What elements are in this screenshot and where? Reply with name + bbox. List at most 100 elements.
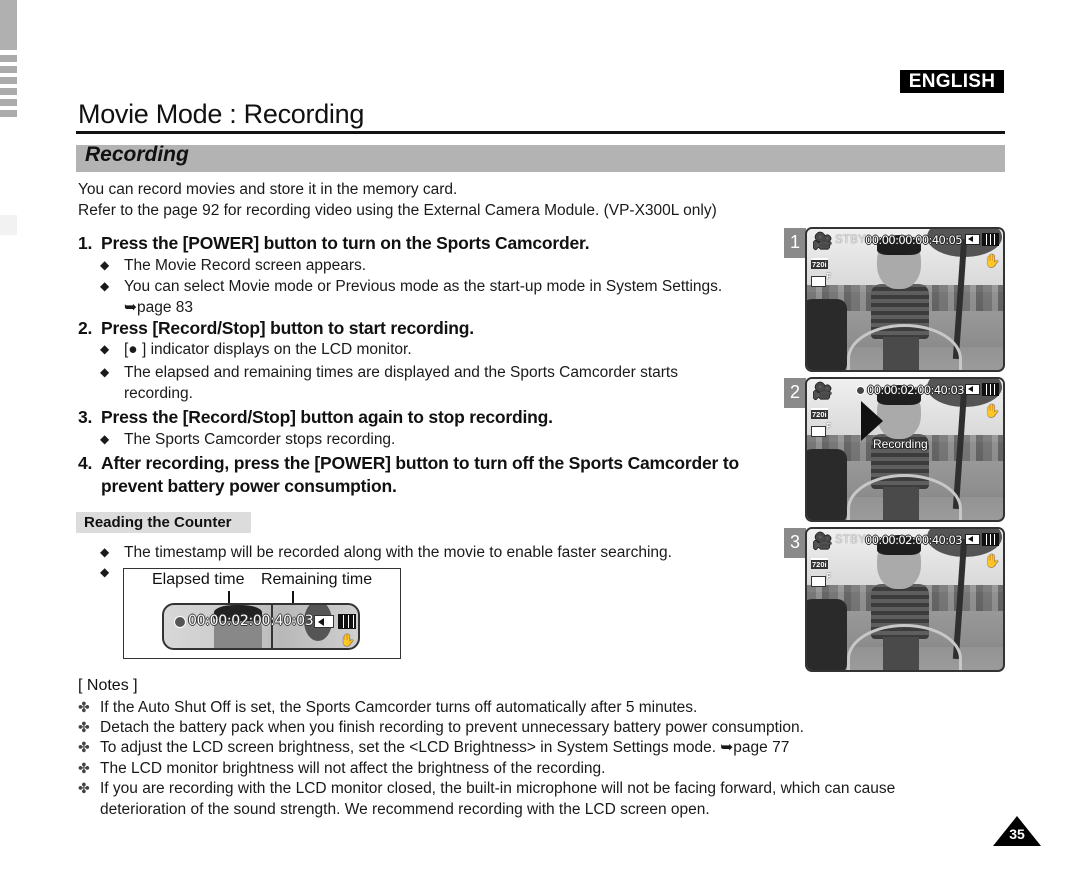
step-title-cont: prevent battery power consumption. [101,476,397,496]
diamond-bullet-icon: ◆ [100,258,110,272]
standby-label: STBY [835,234,866,246]
memory-card-icon [314,615,334,628]
diamond-bullet-icon: ◆ [100,545,110,559]
step-number: 4. [78,453,93,473]
counter-lcd-preview: 00:00:02:00:40:03 ✋ [162,603,360,650]
section-header-bar [76,145,1005,172]
note-text: Detach the battery pack when you finish … [100,719,804,736]
film-fine-icon [811,272,831,287]
record-indicator-icon [856,386,865,395]
note-bullet-icon: ✤ [78,699,90,715]
edge-tab-stripe [0,55,17,62]
scene-image [847,324,962,370]
note-item: ✤ If the Auto Shut Off is set, the Sports… [78,697,697,718]
record-indicator-icon [174,616,186,628]
step-1-bullet: ◆ The Movie Record screen appears. [100,255,366,276]
edge-tab-marker-light [0,215,17,235]
stabilizer-hand-icon: ✋ [984,403,1001,418]
step-number: 1. [78,233,93,253]
diamond-bullet-icon: ◆ [100,342,110,356]
scene-image [807,599,847,670]
step-2-bullet: ◆ The elapsed and remaining times are dis… [100,362,678,404]
note-text: The LCD monitor brightness will not affe… [100,760,606,777]
bullet-text: You can select Movie mode or Previous mo… [124,278,723,295]
screen-number: 1 [784,228,806,258]
memory-card-icon [965,534,980,545]
battery-icon [982,533,999,546]
step-title: After recording, press the [POWER] butto… [101,453,739,473]
step-number: 3. [78,407,93,427]
language-badge: ENGLISH [900,70,1004,93]
note-item: ✤ The LCD monitor brightness will not aff… [78,758,605,779]
bullet-text-cont: recording. [124,385,193,402]
note-text-cont: deterioration of the sound strength. We … [100,801,710,818]
bullet-text: The timestamp will be recorded along wit… [124,544,672,561]
intro-line: Refer to the page 92 for recording video… [78,201,717,219]
elapsed-time-label: Elapsed time [152,571,245,588]
step-title: Press the [POWER] button to turn on the … [101,233,590,253]
battery-icon [982,233,999,246]
bullet-text: [● ] indicator displays on the LCD monit… [124,341,412,358]
counter-diagram: Elapsed time Remaining time 00:00:02:00:… [123,568,401,659]
bullet-text: The Movie Record screen appears. [124,257,367,274]
note-bullet-icon: ✤ [78,780,90,796]
lcd-screen-recording: 🎥 00:00:02:00:40:03 720i ✋ Recording [805,377,1005,522]
battery-icon [982,383,999,396]
standby-label: STBY [835,534,866,546]
note-bullet-icon: ✤ [78,719,90,735]
counter-bullet: ◆ [100,562,124,583]
film-fine-icon [811,422,831,437]
movie-camera-icon: 🎥 [813,233,832,250]
page-title: Movie Mode : Recording [78,99,365,129]
note-item: ✤ If you are recording with the LCD monit… [78,778,895,820]
bullet-text: The elapsed and remaining times are disp… [124,364,678,381]
stabilizer-hand-icon: ✋ [984,553,1001,568]
step-1-bullet: ◆ You can select Movie mode or Previous m… [100,276,722,318]
memory-card-icon [965,384,980,395]
page-number: 35 [1009,826,1025,842]
edge-tab-stripe [0,110,17,117]
note-item: ✤ To adjust the LCD screen brightness, se… [78,737,789,758]
note-item: ✤ Detach the battery pack when you finish… [78,717,804,738]
play-triangle-icon [861,401,883,441]
time-counter: 00:00:00:00:40:05 [865,233,963,247]
step-3-bullet: ◆ The Sports Camcorder stops recording. [100,429,395,450]
scene-image [847,624,962,670]
remaining-time-label: Remaining time [261,571,373,588]
scene-image [847,474,962,520]
stabilizer-hand-icon: ✋ [984,253,1001,268]
edge-tab-stripe [0,99,17,106]
movie-camera-icon: 🎥 [813,383,832,400]
quality-720i-icon: 720i [811,258,828,269]
step-2: 2. Press [Record/Stop] button to start re… [78,318,474,339]
subheading-reading-counter: Reading the Counter [84,514,232,531]
stabilizer-hand-icon: ✋ [340,633,355,647]
quality-720i-icon: 720i [811,408,828,419]
time-counter: 00:00:02:00:40:03 [865,533,963,547]
step-title: Press the [Record/Stop] button again to … [101,407,553,427]
scene-image [807,449,847,520]
note-text: If you are recording with the LCD monito… [100,780,896,797]
time-counter: 00:00:02:00:40:03 [867,383,965,397]
note-bullet-icon: ✤ [78,739,90,755]
diamond-bullet-icon: ◆ [100,279,110,293]
scene-image [807,299,847,370]
diamond-bullet-icon: ◆ [100,432,110,446]
battery-icon [338,614,356,629]
counter-bullet: ◆ The timestamp will be recorded along wi… [100,542,672,563]
note-text: To adjust the LCD screen brightness, set… [100,739,790,756]
quality-720i-icon: 720i [811,558,828,569]
edge-tab-stripe [0,66,17,73]
screen-number: 2 [784,378,806,408]
edge-tab-marker [0,0,17,50]
film-fine-icon [811,572,831,587]
intro-line: You can record movies and store it in th… [78,181,458,198]
diamond-bullet-icon: ◆ [100,565,110,579]
edge-tab-stripe [0,88,17,95]
note-bullet-icon: ✤ [78,760,90,776]
step-title: Press [Record/Stop] button to start reco… [101,318,474,338]
memory-card-icon [965,234,980,245]
recording-overlay-label: Recording [873,437,928,451]
page-reference: ➥page 83 [124,299,194,316]
title-divider [76,131,1005,134]
